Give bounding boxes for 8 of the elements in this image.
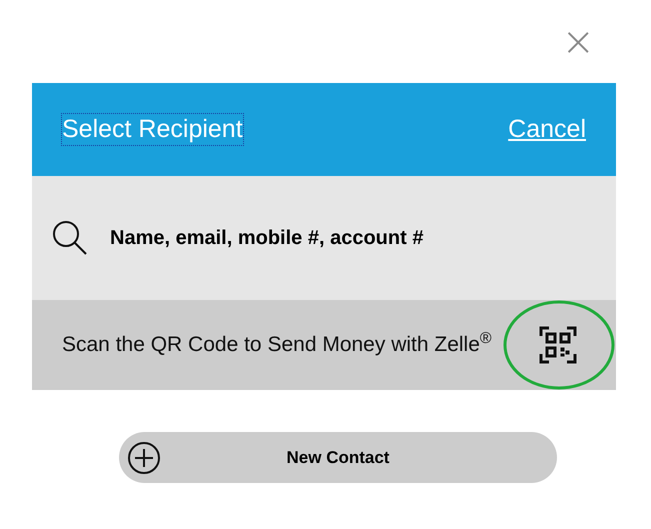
dialog-title: Select Recipient xyxy=(62,114,243,146)
new-contact-button[interactable]: New Contact xyxy=(119,432,557,483)
search-field[interactable]: Name, email, mobile #, account # xyxy=(110,223,596,253)
plus-circle-icon xyxy=(127,440,161,474)
search-icon xyxy=(52,220,88,256)
qr-scan-row[interactable]: Scan the QR Code to Send Money with Zelle$^{®}$ xyxy=(32,300,616,390)
qr-code-icon[interactable] xyxy=(539,326,577,364)
qr-scan-text: Scan the QR Code to Send Money with Zelle$^{®}$ xyxy=(62,331,492,358)
